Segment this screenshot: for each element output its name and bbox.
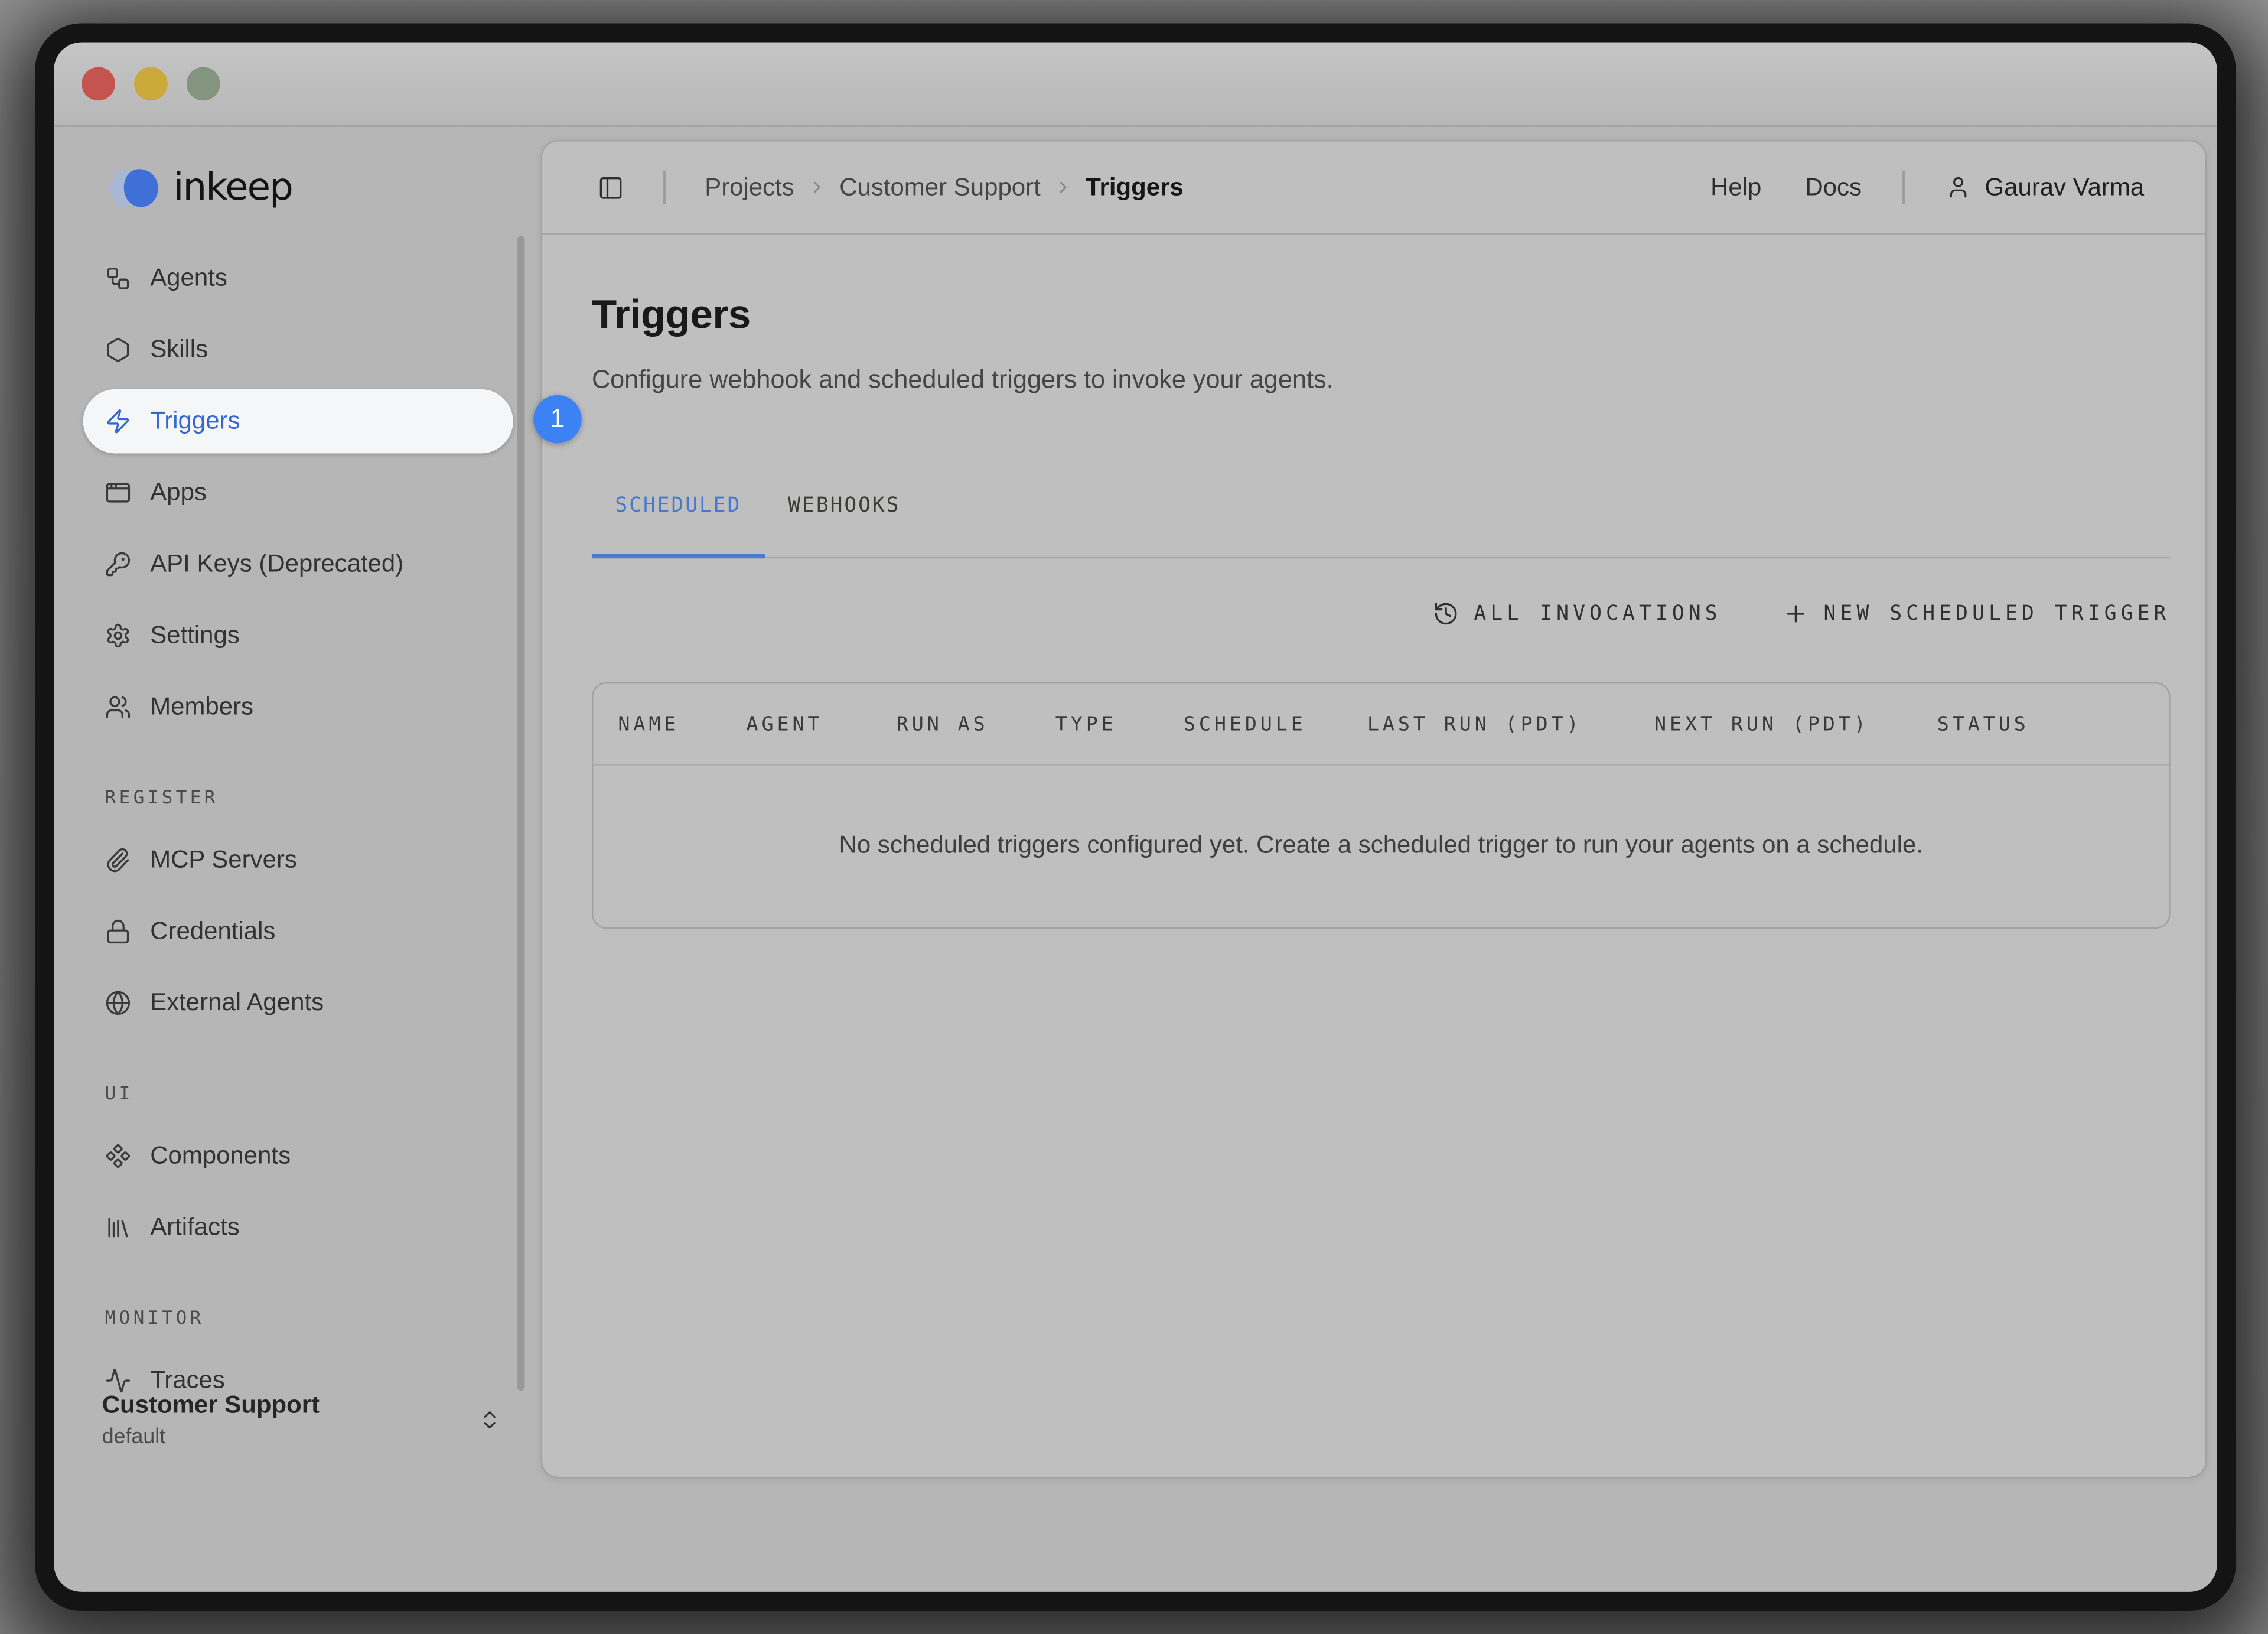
sidebar-item-label: Triggers [150, 407, 240, 436]
sidebar-item-label: Agents [150, 264, 227, 293]
close-window-button[interactable] [82, 67, 115, 101]
chevrons-up-down-icon [478, 1408, 501, 1431]
workspace-name: Customer Support [102, 1388, 320, 1423]
column-header-next-run: NEXT RUN (PDT) [1654, 712, 1937, 735]
sidebar-item-label: Components [150, 1141, 291, 1170]
docs-link[interactable]: Docs [1805, 172, 1862, 201]
plus-icon [1783, 601, 1808, 627]
sidebar-item-components[interactable]: Components [83, 1124, 513, 1189]
sidebar-scrollbar[interactable] [517, 236, 524, 1391]
column-header-last-run: LAST RUN (PDT) [1367, 712, 1654, 735]
sidebar-item-mcp-servers[interactable]: MCP Servers [83, 828, 513, 893]
sidebar: inkeep Agents Skills Triggers [54, 127, 542, 1485]
mcp-servers-icon [105, 847, 131, 873]
sidebar-item-artifacts[interactable]: Artifacts [83, 1196, 513, 1260]
all-invocations-button[interactable]: ALL INVOCATIONS [1433, 601, 1721, 627]
workspace-environment: default [102, 1423, 320, 1452]
breadcrumb: Projects Customer Support Triggers [705, 172, 1184, 201]
page-title: Triggers [592, 290, 2171, 340]
column-header-status: STATUS [1937, 712, 2169, 735]
api-keys-icon [105, 551, 131, 577]
history-icon [1433, 601, 1459, 627]
main-panel: Projects Customer Support Triggers Help … [542, 141, 2205, 1477]
sidebar-item-triggers[interactable]: Triggers [83, 389, 513, 454]
screenshot-stage: inkeep Agents Skills Triggers [0, 0, 2268, 1634]
new-scheduled-trigger-button[interactable]: NEW SCHEDULED TRIGGER [1783, 601, 2170, 627]
user-menu[interactable]: Gaurav Varma [1946, 172, 2144, 201]
window-titlebar [54, 43, 2217, 127]
sidebar-item-members[interactable]: Members [83, 675, 513, 740]
annotation-badge-1: 1 [533, 395, 581, 443]
header-divider [1902, 171, 1905, 204]
sidebar-section-register: REGISTER [105, 786, 513, 808]
artifacts-icon [105, 1215, 131, 1241]
breadcrumb-customer-support[interactable]: Customer Support [839, 172, 1040, 201]
breadcrumb-triggers: Triggers [1086, 172, 1184, 201]
sidebar-item-label: Members [150, 692, 253, 721]
breadcrumb-projects[interactable]: Projects [705, 172, 794, 201]
user-name: Gaurav Varma [1985, 172, 2145, 201]
column-header-type: TYPE [1055, 712, 1184, 735]
actions-row: ALL INVOCATIONS NEW SCHEDULED TRIGGER [592, 585, 2171, 643]
credentials-icon [105, 919, 131, 945]
inkeep-logo-icon [102, 168, 167, 209]
sidebar-item-external-agents[interactable]: External Agents [83, 971, 513, 1036]
skills-icon [105, 337, 131, 363]
components-icon [105, 1143, 131, 1169]
members-icon [105, 694, 131, 720]
zoom-window-button[interactable] [187, 67, 220, 101]
column-header-name: NAME [618, 712, 746, 735]
external-agents-icon [105, 990, 131, 1016]
table-header-row: NAME AGENT RUN AS TYPE SCHEDULE LAST RUN… [593, 683, 2169, 765]
workspace-switcher[interactable]: Customer Support default [102, 1388, 501, 1452]
sidebar-item-label: Skills [150, 336, 208, 364]
all-invocations-label: ALL INVOCATIONS [1474, 602, 1721, 625]
sidebar-item-label: API Keys (Deprecated) [150, 549, 403, 578]
header-divider [663, 171, 666, 204]
table-empty-state: No scheduled triggers configured yet. Cr… [593, 766, 2169, 926]
sidebar-item-agents[interactable]: Agents [83, 246, 513, 311]
inkeep-wordmark: inkeep [174, 168, 292, 209]
sidebar-item-apps[interactable]: Apps [83, 461, 513, 525]
agents-icon [105, 265, 131, 291]
page-description: Configure webhook and scheduled triggers… [592, 363, 2171, 396]
column-header-agent: AGENT [747, 712, 897, 735]
panel-left-icon [598, 174, 624, 200]
chevron-right-icon [807, 178, 826, 197]
sidebar-item-settings[interactable]: Settings [83, 604, 513, 668]
sidebar-item-label: Artifacts [150, 1213, 240, 1242]
panel-header: Projects Customer Support Triggers Help … [542, 141, 2205, 235]
user-icon [1946, 175, 1970, 200]
empty-state-message: No scheduled triggers configured yet. Cr… [839, 831, 1923, 860]
inkeep-logo[interactable]: inkeep [102, 168, 513, 209]
sidebar-section-ui: UI [105, 1082, 513, 1104]
sidebar-item-label: Apps [150, 478, 207, 507]
sidebar-section-monitor: MONITOR [105, 1306, 513, 1328]
chevron-right-icon [1054, 178, 1073, 197]
sidebar-item-label: External Agents [150, 988, 324, 1017]
sidebar-item-skills[interactable]: Skills [83, 318, 513, 382]
workspace-info: Customer Support default [102, 1388, 320, 1452]
help-link[interactable]: Help [1710, 172, 1761, 201]
new-scheduled-trigger-label: NEW SCHEDULED TRIGGER [1824, 602, 2171, 625]
tab-scheduled[interactable]: SCHEDULED [592, 493, 765, 558]
tab-list: SCHEDULED WEBHOOKS [592, 493, 2171, 558]
scheduled-triggers-table: NAME AGENT RUN AS TYPE SCHEDULE LAST RUN… [592, 682, 2171, 929]
column-header-run-as: RUN AS [897, 712, 1055, 735]
sidebar-nav: Agents Skills Triggers Apps [83, 246, 513, 1412]
sidebar-item-label: Settings [150, 621, 240, 650]
tab-webhooks[interactable]: WEBHOOKS [765, 493, 924, 558]
sidebar-item-label: MCP Servers [150, 845, 297, 874]
settings-icon [105, 623, 131, 649]
app-window: inkeep Agents Skills Triggers [35, 23, 2236, 1610]
sidebar-item-api-keys[interactable]: API Keys (Deprecated) [83, 532, 513, 597]
page-content: Triggers Configure webhook and scheduled… [542, 235, 2205, 929]
minimize-window-button[interactable] [134, 67, 168, 101]
sidebar-toggle-button[interactable] [598, 174, 624, 200]
sidebar-item-credentials[interactable]: Credentials [83, 900, 513, 964]
column-header-schedule: SCHEDULE [1184, 712, 1367, 735]
triggers-icon [105, 408, 131, 434]
apps-icon [105, 480, 131, 506]
sidebar-item-label: Credentials [150, 917, 275, 946]
